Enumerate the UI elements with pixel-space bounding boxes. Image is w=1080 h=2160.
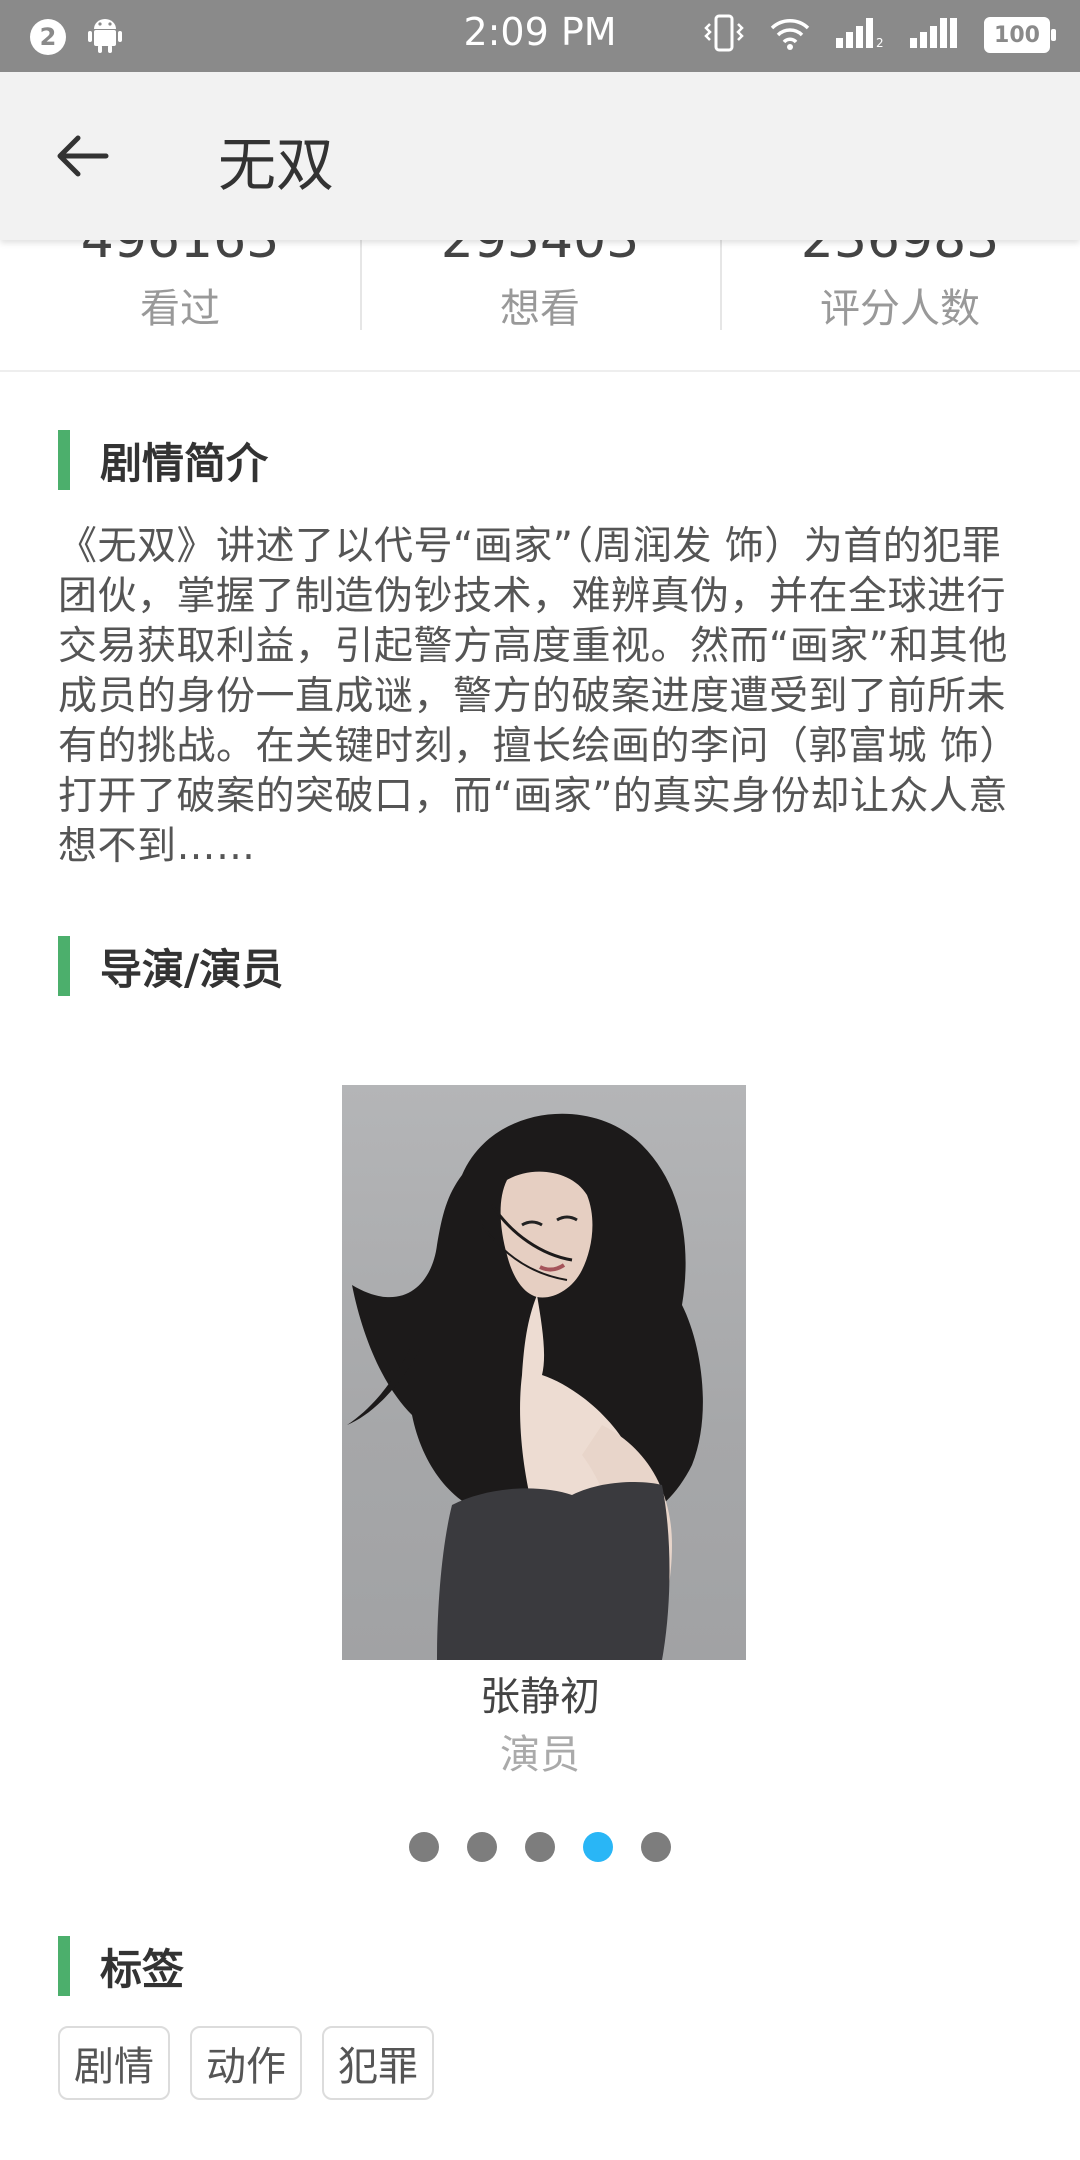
cast-name: 张静初: [480, 1674, 600, 1720]
section-accent-bar: [58, 936, 70, 996]
pagination-dot-active[interactable]: [583, 1832, 613, 1862]
synopsis-section-header: 剧情简介: [58, 430, 268, 490]
pagination-dot[interactable]: [467, 1832, 497, 1862]
signal-icon: [910, 18, 958, 52]
section-title: 导演/演员: [100, 944, 284, 994]
pagination-dot[interactable]: [641, 1832, 671, 1862]
synopsis-text: 《无双》讲述了以代号“画家”（周润发 饰）为首的犯罪团伙，掌握了制造伪钞技术，难…: [58, 524, 1019, 869]
section-title: 标签: [100, 1944, 185, 1994]
vibrate-icon: [704, 14, 744, 56]
back-button[interactable]: [50, 124, 114, 188]
wifi-icon: [770, 16, 810, 54]
stat-label: 看过: [140, 286, 220, 332]
pagination-dot[interactable]: [409, 1832, 439, 1862]
carousel-pagination: [0, 1832, 1080, 1862]
cast-role: 演员: [500, 1732, 580, 1778]
section-title: 剧情简介: [100, 438, 269, 488]
signal-icon: 2: [836, 18, 884, 52]
arrow-left-icon: [50, 135, 114, 192]
section-accent-bar: [58, 430, 70, 490]
cast-photo[interactable]: [342, 1085, 746, 1660]
stat-label: 想看: [500, 286, 580, 332]
tags-section-header: 标签: [58, 1936, 184, 1996]
page-title: 无双: [218, 131, 335, 199]
section-accent-bar: [58, 1936, 70, 1996]
battery-icon: 100: [984, 17, 1056, 53]
tag-chip[interactable]: 剧情: [58, 2026, 170, 2100]
tag-chip[interactable]: 犯罪: [322, 2026, 434, 2100]
tag-list: 剧情 动作 犯罪: [58, 2026, 434, 2100]
cast-section-header: 导演/演员: [58, 936, 283, 996]
pagination-dot[interactable]: [525, 1832, 555, 1862]
app-bar: 无双: [0, 72, 1080, 240]
stat-label: 评分人数: [820, 286, 980, 332]
svg-text:2: 2: [876, 36, 884, 48]
status-bar: 2 2:09 PM 2 100: [0, 0, 1080, 72]
tag-chip[interactable]: 动作: [190, 2026, 302, 2100]
